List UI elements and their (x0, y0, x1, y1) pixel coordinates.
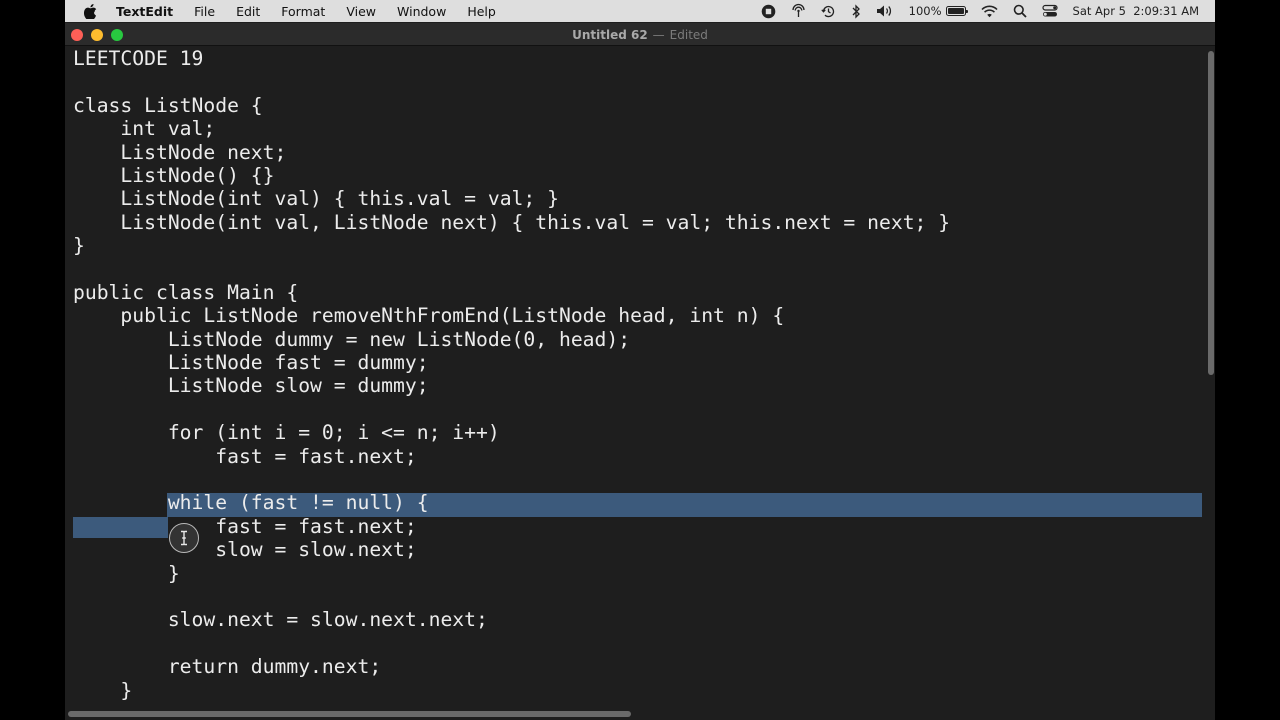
apple-menu-icon[interactable] (83, 3, 97, 19)
volume-icon[interactable] (876, 0, 894, 22)
code-line: public ListNode removeNthFromEnd(ListNod… (73, 304, 785, 328)
horizontal-scroll-thumb[interactable] (68, 711, 631, 717)
title-separator: — (652, 27, 665, 42)
menu-format[interactable]: Format (281, 4, 325, 19)
text-editor-area[interactable]: LEETCODE 19 class ListNode { int val; Lis… (65, 47, 1207, 708)
wifi-icon[interactable] (980, 0, 998, 22)
horizontal-scrollbar[interactable] (65, 708, 1215, 720)
code-line: ListNode dummy = new ListNode(0, head); (73, 327, 631, 351)
code-line: slow = slow.next; (73, 538, 417, 562)
control-center-icon[interactable] (1041, 0, 1058, 22)
code-line: } (73, 561, 180, 585)
menu-view[interactable]: View (346, 4, 376, 19)
battery-percent: 100% (908, 4, 942, 18)
menu-app-name[interactable]: TextEdit (116, 4, 173, 19)
code-line: ListNode fast = dummy; (73, 351, 429, 375)
menu-help[interactable]: Help (467, 4, 496, 19)
code-line: return dummy.next; (73, 655, 382, 679)
code-line: ListNode() {} (73, 163, 275, 187)
vertical-scroll-thumb[interactable] (1208, 51, 1214, 375)
code-line: LEETCODE 19 (73, 47, 204, 70)
record-stop-icon[interactable] (761, 0, 776, 22)
screen: TextEdit File Edit Format View Window He… (65, 0, 1215, 720)
bluetooth-icon[interactable] (851, 0, 861, 22)
battery-fill (947, 8, 964, 14)
code-line: class ListNode { (73, 93, 263, 117)
code-line: ListNode(int val) { this.val = val; } (73, 187, 559, 211)
status-area: 100% Sat Apr 5 2:09:31 AM (761, 0, 1199, 22)
code-line: ListNode(int val, ListNode next) { this.… (73, 210, 951, 234)
menu-window[interactable]: Window (397, 4, 446, 19)
battery-status[interactable]: 100% (908, 4, 969, 18)
document-state: Edited (669, 27, 708, 42)
code-line: int val; (73, 117, 216, 141)
code-line: for (int i = 0; i <= n; i++) (73, 421, 500, 445)
menu-edit[interactable]: Edit (236, 4, 260, 19)
menu-bar: TextEdit File Edit Format View Window He… (65, 0, 1215, 22)
window-title: Untitled 62 — Edited (65, 23, 1215, 46)
code-line: } (73, 234, 85, 258)
battery-icon (945, 6, 969, 16)
code-line: ListNode slow = dummy; (73, 374, 429, 398)
menu-clock[interactable]: Sat Apr 5 2:09:31 AM (1073, 4, 1199, 18)
document-name: Untitled 62 (572, 27, 648, 42)
code-line: ListNode next; (73, 140, 287, 164)
ibeam-cursor-icon (169, 523, 199, 553)
code-line: fast = fast.next; (73, 444, 417, 468)
code-line: fast = fast.next; (73, 514, 417, 538)
code-line: public class Main { (73, 280, 299, 304)
vertical-scrollbar[interactable] (1207, 47, 1215, 708)
code-line: } (73, 678, 133, 702)
code-line: while (fast != null) { (73, 491, 429, 515)
window-titlebar[interactable]: Untitled 62 — Edited (65, 23, 1215, 46)
time-machine-icon[interactable] (820, 0, 836, 22)
airdrop-icon[interactable] (791, 0, 806, 22)
code-line: slow.next = slow.next.next; (73, 608, 488, 632)
menu-file[interactable]: File (194, 4, 215, 19)
document-text[interactable]: LEETCODE 19 class ListNode { int val; Lis… (73, 47, 950, 702)
spotlight-search-icon[interactable] (1013, 0, 1027, 22)
